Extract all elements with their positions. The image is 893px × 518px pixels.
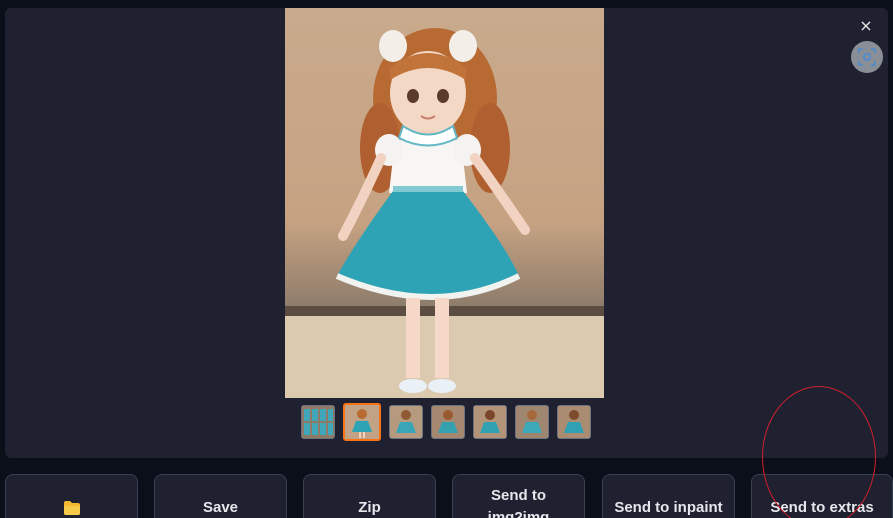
- thumbnail[interactable]: [557, 405, 591, 439]
- thumbnail[interactable]: [389, 405, 423, 439]
- send-to-img2img-button[interactable]: Send to img2img: [452, 474, 585, 518]
- gallery-toolbar: Save Zip Send to img2img Send to inpaint…: [5, 474, 893, 518]
- send-to-inpaint-button[interactable]: Send to inpaint: [602, 474, 735, 518]
- send-to-extras-label: Send to extras: [770, 499, 874, 516]
- close-icon[interactable]: ×: [858, 18, 874, 34]
- scan-icon: [858, 48, 876, 66]
- gallery-panel: ×: [5, 8, 888, 458]
- save-button-label: Save: [202, 499, 239, 516]
- send-to-img2img-label: Send to img2img: [487, 487, 550, 518]
- send-to-extras-button[interactable]: Send to extras: [751, 474, 893, 518]
- zip-button[interactable]: Zip: [303, 474, 436, 518]
- app-root: × Save Zip Send to img2img Send to inpai…: [0, 0, 893, 518]
- thumbnail-grid[interactable]: [301, 405, 335, 439]
- thumbnail[interactable]: [473, 405, 507, 439]
- thumbnail[interactable]: [515, 405, 549, 439]
- doll-illustration: [285, 28, 604, 398]
- thumbnail-selected[interactable]: [343, 403, 381, 441]
- scan-button[interactable]: [851, 41, 883, 73]
- folder-icon: [63, 501, 80, 515]
- send-to-inpaint-label: Send to inpaint: [614, 499, 723, 516]
- open-folder-button[interactable]: [5, 474, 138, 518]
- preview-image[interactable]: [285, 8, 604, 398]
- thumbnail[interactable]: [431, 405, 465, 439]
- thumbnail-strip: [301, 403, 591, 441]
- zip-button-label: Zip: [358, 499, 381, 516]
- save-button[interactable]: Save: [154, 474, 287, 518]
